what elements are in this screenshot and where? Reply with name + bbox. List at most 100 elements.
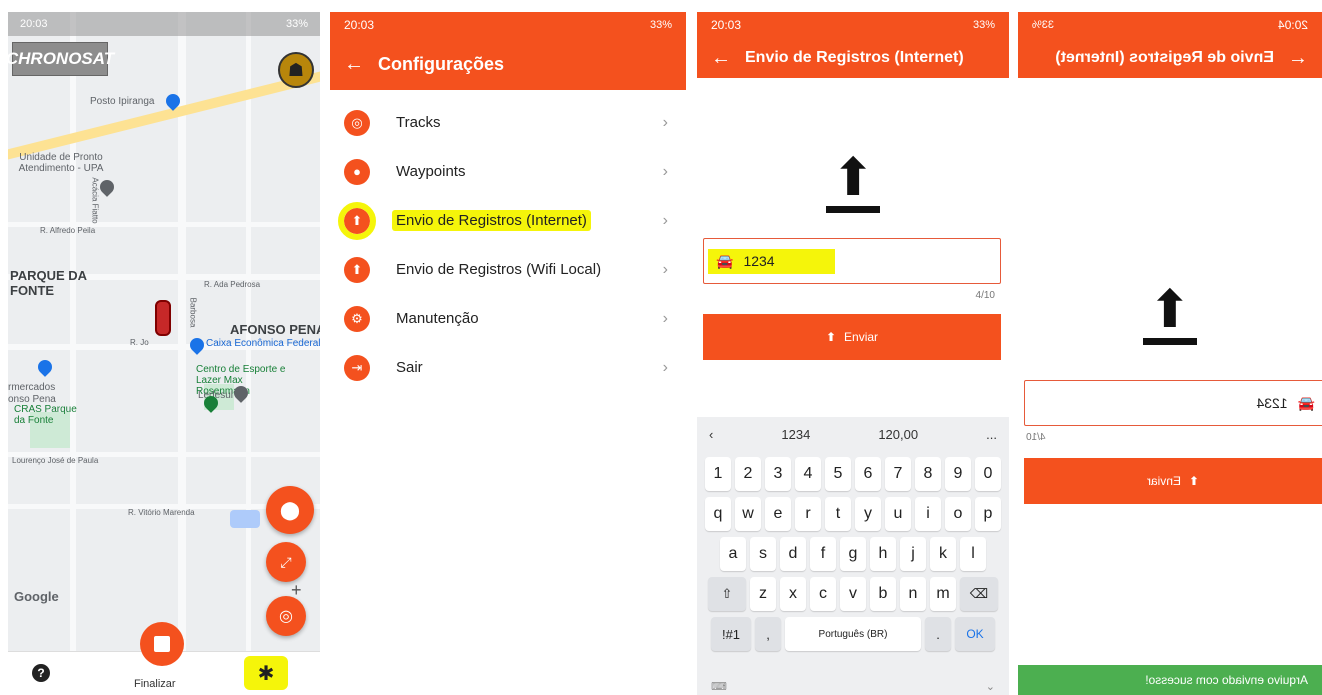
upload-success-screen: 20:04 33% ← Envio de Registros (Internet… [1018,12,1322,695]
vehicle-marker-icon[interactable] [155,300,171,336]
key[interactable]: v [840,577,866,611]
symbols-key[interactable]: !#1 [711,617,751,651]
key[interactable]: o [945,497,971,531]
menu-item-label: Manutenção [396,310,479,327]
period-key[interactable]: . [925,617,951,651]
upload-large-icon: ⬆ [1143,281,1197,345]
comma-key[interactable]: , [755,617,781,651]
map-label: Unidade de Pronto Atendimento - UPA [18,152,104,174]
ok-key[interactable]: OK [955,617,995,651]
chevron-right-icon: › [662,309,668,327]
space-key[interactable]: Português (BR) [785,617,921,651]
upload-icon: ⬆ [1188,474,1200,488]
status-bar: 20:03 33% [330,12,686,38]
key[interactable]: y [855,497,881,531]
app-bar: ← Envio de Registros (Internet) [1018,38,1322,78]
more-icon[interactable]: ... [986,427,997,442]
chevron-left-icon[interactable]: ‹ [709,427,713,442]
chevron-right-icon: › [662,358,668,376]
backspace-key[interactable]: ⌫ [960,577,998,611]
key[interactable]: j [900,537,926,571]
crosshair-icon: ◎ [279,608,293,625]
menu-item-waypoints[interactable]: ● Waypoints › [330,147,686,196]
key[interactable]: e [765,497,791,531]
neighborhood-label: PARQUE DA FONTE [10,268,87,298]
suggestion[interactable]: 1234 [781,427,810,442]
keyboard-icon[interactable]: ⌨ [711,680,727,693]
chevron-down-icon[interactable]: ⌄ [986,680,995,693]
key[interactable]: 1 [705,457,731,491]
key[interactable]: n [900,577,926,611]
key[interactable]: g [840,537,866,571]
key[interactable]: 7 [885,457,911,491]
key[interactable]: p [975,497,1001,531]
vehicle-id-input[interactable]: 🚘 1234 [1024,380,1322,426]
finalize-button[interactable] [140,622,184,666]
waypoint-button[interactable]: ⬤ [266,486,314,534]
key[interactable]: d [780,537,806,571]
map-screen: 20:03 33% CHRONOSAT ☗ Posto Ipiranga Uni… [8,12,320,695]
send-button[interactable]: ⬆ Enviar [1024,458,1322,504]
menu-item-tracks[interactable]: ◎ Tracks › [330,98,686,147]
vehicle-id-input[interactable]: 🚘 1234 [703,238,1001,284]
menu-item-label: Envio de Registros (Internet) [392,210,591,231]
key[interactable]: 2 [735,457,761,491]
my-location-button[interactable]: ◎ [266,596,306,636]
settings-button[interactable]: ✱ [244,656,288,690]
key[interactable]: 5 [825,457,851,491]
menu-item-envio-wifi[interactable]: ⬆ Envio de Registros (Wifi Local) › [330,245,686,294]
key[interactable]: k [930,537,956,571]
chevron-right-icon: › [662,211,668,229]
key[interactable]: 0 [975,457,1001,491]
key[interactable]: 6 [855,457,881,491]
key[interactable]: b [870,577,896,611]
key[interactable]: c [810,577,836,611]
maintenance-icon: ⚙ [344,305,370,332]
page-title: Configurações [378,53,505,74]
key[interactable]: r [795,497,821,531]
key[interactable]: f [810,537,836,571]
key[interactable]: s [750,537,776,571]
key[interactable]: m [930,577,956,611]
key[interactable]: x [780,577,806,611]
car-icon: 🚘 [716,252,734,269]
key-row: !#1 , Português (BR) . OK [697,617,1009,651]
avatar[interactable]: ☗ [278,52,314,88]
suggestion[interactable]: 120,00 [878,427,918,442]
key[interactable]: 9 [945,457,971,491]
map-view[interactable]: 20:03 33% CHRONOSAT ☗ Posto Ipiranga Uni… [8,12,320,652]
key[interactable]: i [915,497,941,531]
key[interactable]: t [825,497,851,531]
help-icon[interactable]: ? [32,664,50,682]
chevron-right-icon: › [662,260,668,278]
key-row: a s d f g h j k l [697,537,1009,571]
back-arrow-icon[interactable]: ← [344,53,378,76]
menu-item-sair[interactable]: ⇥ Sair › [330,343,686,392]
send-button[interactable]: ⬆ Enviar [703,314,1001,360]
key[interactable]: a [720,537,746,571]
key[interactable]: 8 [915,457,941,491]
map-pin-icon: ⬤ [279,499,301,520]
key[interactable]: q [705,497,731,531]
menu-item-envio-internet[interactable]: ⬆ Envio de Registros (Internet) › [330,196,686,245]
map-label: Posto Ipiranga [90,96,155,107]
key[interactable]: 3 [765,457,791,491]
chevron-right-icon: › [662,162,668,180]
key[interactable]: h [870,537,896,571]
shift-key[interactable]: ⇧ [708,577,746,611]
back-arrow-icon[interactable]: ← [711,47,745,70]
toast-message: Arquivo enviado com sucesso! [1145,673,1308,687]
char-counter: 4/10 [975,290,995,301]
key[interactable]: w [735,497,761,531]
key[interactable]: 4 [795,457,821,491]
neighborhood-label: AFONSO PENA [230,322,320,337]
map-label: Lourenço José de Paula [12,456,99,465]
back-arrow-icon[interactable]: ← [1274,47,1308,70]
menu-item-manutencao[interactable]: ⚙ Manutenção › [330,294,686,343]
key[interactable]: u [885,497,911,531]
fullscreen-button[interactable]: ⤢ [266,542,306,582]
key[interactable]: z [750,577,776,611]
bottom-bar: ? Finalizar ✱ [8,622,320,695]
key[interactable]: l [960,537,986,571]
status-time: 20:03 [20,18,48,30]
